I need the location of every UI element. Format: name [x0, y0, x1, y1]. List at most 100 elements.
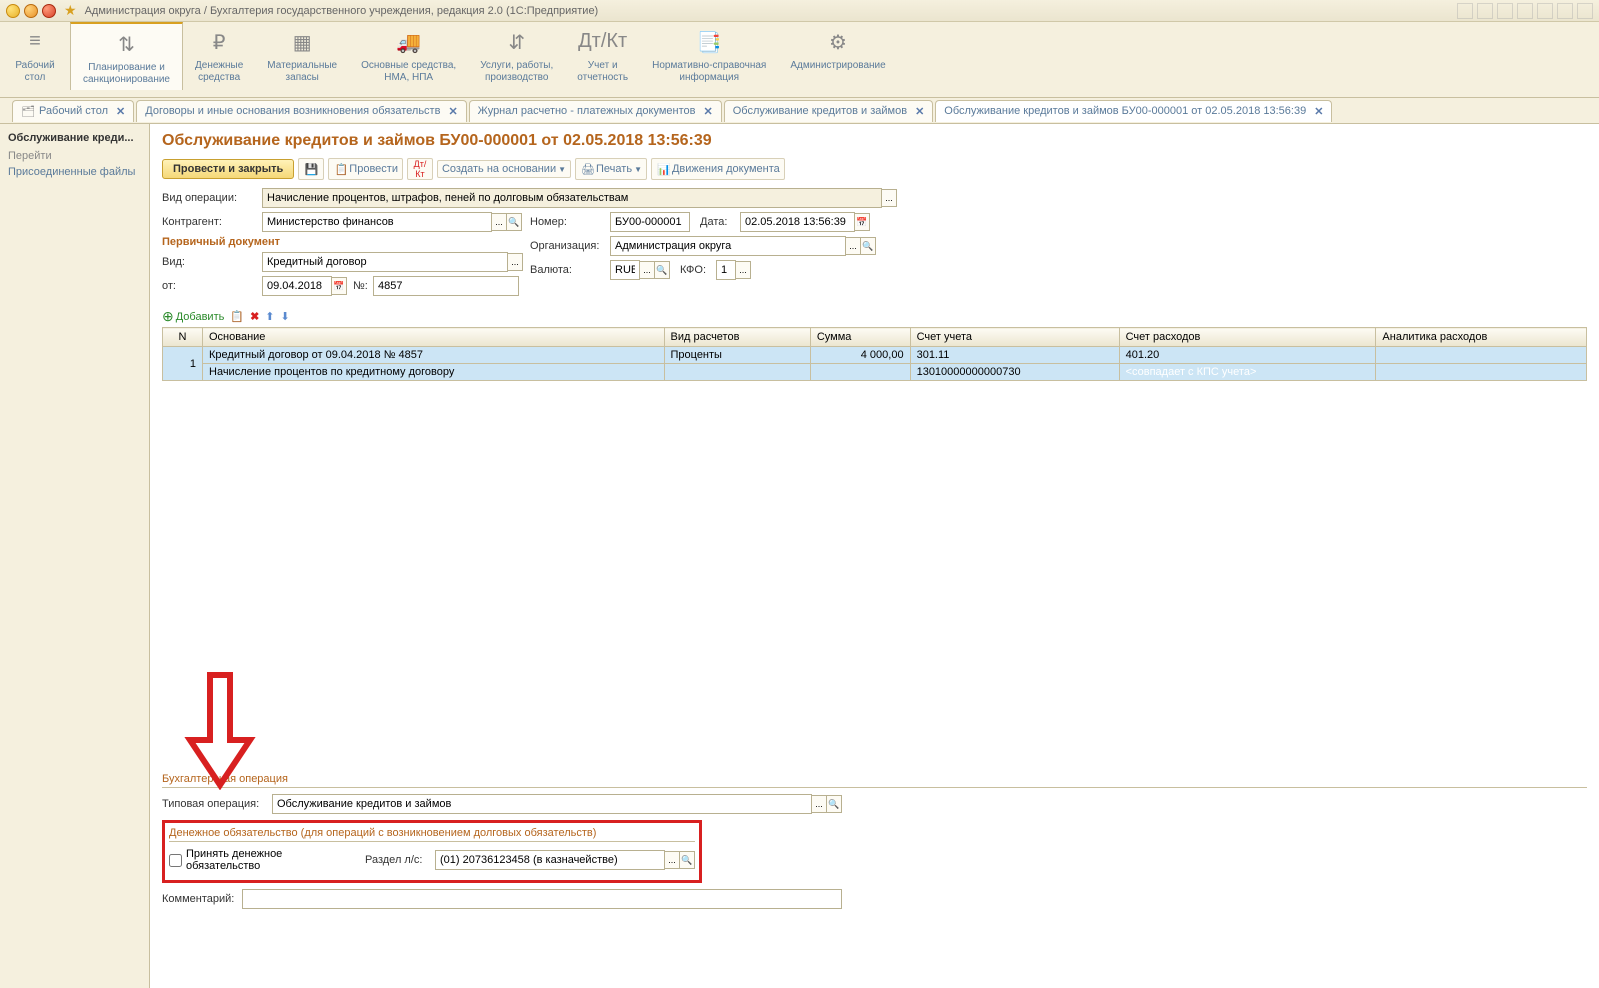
- counterparty-lookup[interactable]: ...: [491, 213, 507, 231]
- table-row[interactable]: Начисление процентов по кредитному догов…: [163, 364, 1587, 381]
- section-tab[interactable]: 🚚Основные средства, НМА, НПА: [349, 22, 468, 88]
- section-tab[interactable]: ▦Материальные запасы: [255, 22, 349, 88]
- section-tab[interactable]: ⇵ Услуги, работы, производство: [468, 22, 565, 88]
- section-label: Рабочий стол: [15, 60, 54, 84]
- table-header[interactable]: Аналитика расходов: [1376, 328, 1587, 347]
- typical-op-label: Типовая операция:: [162, 798, 272, 810]
- movements-icon: 📊: [656, 161, 672, 177]
- add-row-button[interactable]: Добавить: [162, 308, 224, 325]
- currency-lookup[interactable]: ...: [639, 261, 655, 279]
- section-tab[interactable]: 📑Нормативно-справочная информация: [640, 22, 778, 88]
- document-tab[interactable]: Обслуживание кредитов и займов БУ00-0000…: [935, 100, 1332, 122]
- document-tab[interactable]: Обслуживание кредитов и займов✕: [724, 100, 934, 122]
- post-and-close-button[interactable]: Провести и закрыть: [162, 159, 294, 179]
- section-ls-input[interactable]: [435, 850, 665, 870]
- minimize-button[interactable]: [6, 4, 20, 18]
- maximize-button[interactable]: [24, 4, 38, 18]
- org-input[interactable]: [610, 236, 846, 256]
- star-icon[interactable]: ★: [64, 2, 77, 19]
- comment-input[interactable]: [242, 889, 842, 909]
- kfo-lookup[interactable]: ...: [735, 261, 751, 279]
- currency-input[interactable]: [610, 260, 640, 280]
- icon-b[interactable]: [1477, 3, 1493, 19]
- section-tab[interactable]: ⚙Администрирование: [778, 22, 897, 76]
- icon-g[interactable]: [1577, 3, 1593, 19]
- movements-button[interactable]: 📊Движения документа: [651, 158, 785, 180]
- number-input[interactable]: [610, 212, 690, 232]
- from-date-input[interactable]: [262, 276, 332, 296]
- accept-money-checkbox[interactable]: Принять денежное обязательство: [169, 848, 355, 872]
- section-icon: 📑: [697, 30, 722, 54]
- section-ls-search[interactable]: 🔍: [679, 851, 695, 869]
- date-input[interactable]: [740, 212, 855, 232]
- accept-money-input[interactable]: [169, 854, 182, 867]
- currency-search[interactable]: 🔍: [654, 261, 670, 279]
- highlight-box: Денежное обязательство (для операций с в…: [162, 820, 702, 883]
- move-up-icon[interactable]: ⬆: [265, 310, 274, 323]
- section-tab[interactable]: ≡Рабочий стол: [0, 22, 70, 88]
- counterparty-search[interactable]: 🔍: [506, 213, 522, 231]
- table-header[interactable]: Счет учета: [910, 328, 1119, 347]
- tab-close-icon[interactable]: ✕: [915, 105, 924, 118]
- from-date-cal[interactable]: 📅: [331, 277, 347, 295]
- table-header[interactable]: Основание: [203, 328, 665, 347]
- section-icon: ⇵: [508, 30, 525, 54]
- create-based-button[interactable]: Создать на основании▼: [437, 160, 571, 178]
- close-button[interactable]: [42, 4, 56, 18]
- copy-row-icon[interactable]: 📋: [230, 310, 244, 323]
- icon-e[interactable]: [1537, 3, 1553, 19]
- table-toolbar: Добавить 📋 ✖ ⬆ ⬇: [162, 308, 1587, 325]
- section-tab[interactable]: ₽Денежные средства: [183, 22, 255, 88]
- tab-close-icon[interactable]: ✕: [116, 105, 125, 118]
- date-label: Дата:: [700, 216, 740, 228]
- icon-a[interactable]: [1457, 3, 1473, 19]
- org-search[interactable]: 🔍: [860, 237, 876, 255]
- typical-op-input[interactable]: [272, 794, 812, 814]
- section-label: Планирование и санкционирование: [83, 62, 170, 86]
- tab-close-icon[interactable]: ✕: [1314, 105, 1323, 118]
- typical-op-search[interactable]: 🔍: [826, 795, 842, 813]
- table-header[interactable]: N: [163, 328, 203, 347]
- icon-c[interactable]: [1497, 3, 1513, 19]
- sidebar-link-files[interactable]: Присоединенные файлы: [0, 164, 149, 180]
- kind-input[interactable]: [262, 252, 508, 272]
- date-cal[interactable]: 📅: [854, 213, 870, 231]
- org-lookup[interactable]: ...: [845, 237, 861, 255]
- section-tab[interactable]: Дт/КтУчет и отчетность: [565, 22, 640, 88]
- print-button[interactable]: 🖨Печать▼: [575, 158, 647, 180]
- delete-row-icon[interactable]: ✖: [250, 310, 259, 323]
- icon-d[interactable]: [1517, 3, 1533, 19]
- counterparty-input[interactable]: [262, 212, 492, 232]
- tab-close-icon[interactable]: ✕: [704, 105, 713, 118]
- print-icon: 🖨: [580, 161, 596, 177]
- op-type-label: Вид операции:: [162, 192, 262, 204]
- icon-f[interactable]: [1557, 3, 1573, 19]
- save-button[interactable]: 💾: [298, 158, 324, 180]
- kfo-input[interactable]: [716, 260, 736, 280]
- post-button[interactable]: 📋Провести: [328, 158, 403, 180]
- table-header[interactable]: Сумма: [810, 328, 910, 347]
- typical-op-lookup[interactable]: ...: [811, 795, 827, 813]
- from-label: от:: [162, 280, 262, 292]
- currency-label: Валюта:: [530, 264, 610, 276]
- document-tab[interactable]: Договоры и иные основания возникновения …: [136, 100, 466, 122]
- move-down-icon[interactable]: ⬇: [281, 310, 290, 323]
- section-ls-lookup[interactable]: ...: [664, 851, 680, 869]
- table-header[interactable]: Счет расходов: [1119, 328, 1376, 347]
- kind-lookup[interactable]: ...: [507, 253, 523, 271]
- section-label: Услуги, работы, производство: [480, 60, 553, 84]
- num2-input[interactable]: [373, 276, 519, 296]
- section-icon: 🚚: [396, 30, 421, 54]
- table-row[interactable]: 1Кредитный договор от 09.04.2018 № 4857П…: [163, 347, 1587, 364]
- op-type-lookup[interactable]: ...: [881, 189, 897, 207]
- section-tab[interactable]: ⇅Планирование и санкционирование: [70, 22, 183, 90]
- tab-close-icon[interactable]: ✕: [448, 105, 457, 118]
- dkt-button[interactable]: Дт/Кт: [407, 158, 433, 180]
- table-header[interactable]: Вид расчетов: [664, 328, 810, 347]
- document-tab[interactable]: 🗂Рабочий стол✕: [12, 100, 134, 122]
- document-tab[interactable]: Журнал расчетно - платежных документов✕: [469, 100, 722, 122]
- op-type-input[interactable]: [262, 188, 882, 208]
- main-table[interactable]: NОснованиеВид расчетовСуммаСчет учетаСче…: [162, 327, 1587, 381]
- buh-op-label: Бухгалтерская операция: [162, 773, 288, 785]
- content: Обслуживание кредитов и займов БУ00-0000…: [150, 124, 1599, 988]
